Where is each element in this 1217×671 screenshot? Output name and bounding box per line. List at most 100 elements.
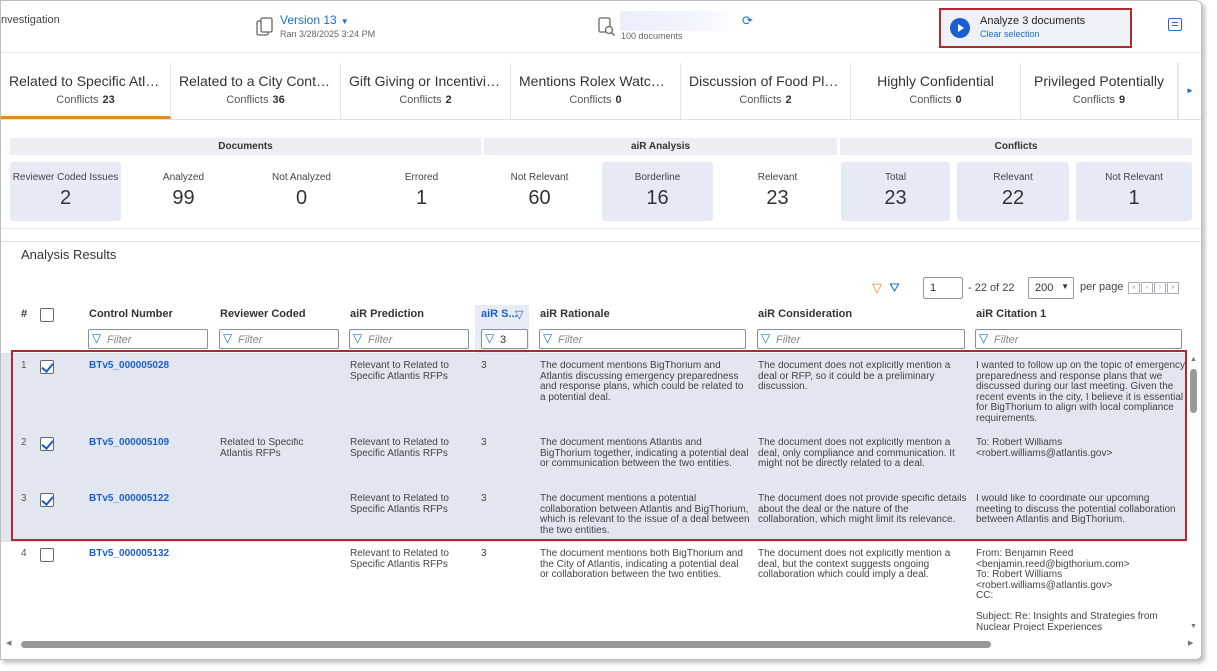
tab-issue-2[interactable]: Related to a City Contra... Conflicts 36 <box>171 63 341 119</box>
row-checkbox[interactable] <box>40 548 54 562</box>
tab-conflicts-label: Conflicts <box>56 94 99 106</box>
stat-label: Not Relevant <box>510 172 569 183</box>
stat-label: Analyzed <box>162 172 205 183</box>
tab-conflicts-count: 0 <box>955 94 962 106</box>
divider <box>1 241 1201 242</box>
column-header-air-citation[interactable]: aiR Citation 1 <box>976 308 1046 320</box>
column-header-reviewer-coded[interactable]: Reviewer Coded <box>220 308 306 320</box>
chevron-down-icon[interactable]: ▼ <box>341 17 349 26</box>
play-icon[interactable] <box>950 18 970 38</box>
air-consideration-cell: The document does not provide specific d… <box>758 494 967 525</box>
stat-conflicts-not-relevant[interactable]: Not Relevant 1 <box>1076 162 1192 221</box>
stat-label: Relevant <box>993 172 1033 183</box>
tab-issue-5[interactable]: Discussion of Food Pla... Conflicts 2 <box>681 63 851 119</box>
select-all-checkbox[interactable] <box>40 308 54 322</box>
filter-air-citation[interactable]: ▽ Filter <box>975 329 1182 349</box>
filter-row: ▽ Filter ▽ Filter ▽ Filter ▽ 3 ▽ Filter ▽ Filt… <box>1 329 1187 351</box>
refresh-icon[interactable]: ⟳ <box>742 13 753 29</box>
stat-value: 2 <box>59 187 72 209</box>
chat-icon[interactable] <box>1168 18 1182 31</box>
filter-icon[interactable]: ▽ <box>872 280 882 296</box>
top-bar: nvestigation Version 13 ▼ Ran 3/28/2025 3… <box>1 1 1201 53</box>
stat-conflicts-total[interactable]: Total 23 <box>841 162 950 221</box>
row-checkbox[interactable] <box>40 437 54 451</box>
scroll-up-icon[interactable]: ▲ <box>1190 356 1197 363</box>
stat-value: 1 <box>415 187 428 209</box>
table-row[interactable]: 2 BTv5_000005109 Related to Specific Atl… <box>1 430 1187 486</box>
document-set: 100 documents <box>598 11 742 41</box>
page-size-select[interactable]: 200 ▼ <box>1028 277 1074 299</box>
tab-conflicts-count: 2 <box>445 94 452 106</box>
column-header-air-rationale[interactable]: aiR Rationale <box>540 308 610 320</box>
tab-conflicts-count: 36 <box>272 94 285 106</box>
row-checkbox[interactable] <box>40 360 54 374</box>
tab-issue-4[interactable]: Mentions Rolex Watches Conflicts 0 <box>511 63 681 119</box>
filter-placeholder: Filter <box>558 334 583 346</box>
stat-value: 60 <box>528 187 551 209</box>
clear-filter-icon[interactable]: ⛛ <box>889 280 900 296</box>
filter-air-score[interactable]: ▽ 3 <box>481 329 528 349</box>
scroll-left-icon[interactable]: ◀ <box>6 639 11 647</box>
row-checkbox[interactable] <box>40 493 54 507</box>
control-number-link[interactable]: BTv5_000005028 <box>89 361 214 372</box>
air-prediction-cell: Relevant to Related to Specific Atlantis… <box>350 361 449 382</box>
tab-conflicts-count: 0 <box>615 94 622 106</box>
tab-issue-6[interactable]: Highly Confidential Conflicts 0 <box>851 63 1021 119</box>
filter-icon: ▽ <box>223 331 233 345</box>
control-number-link[interactable]: BTv5_000005109 <box>89 438 214 449</box>
version-selector[interactable]: Version 13 ▼ Ran 3/28/2025 3:24 PM <box>256 13 375 39</box>
tab-issue-7[interactable]: Privileged Potentially Conflicts 9 <box>1021 63 1178 119</box>
scroll-thumb[interactable] <box>21 641 991 648</box>
tab-issue-name: Privileged Potentially <box>1034 73 1164 89</box>
version-name[interactable]: Version 13 <box>280 13 337 27</box>
filter-placeholder: Filter <box>238 334 263 346</box>
next-tabs-icon[interactable]: ► <box>1178 63 1201 119</box>
filter-air-prediction[interactable]: ▽ Filter <box>349 329 469 349</box>
air-consideration-cell: The document does not explicitly mention… <box>758 549 951 580</box>
stat-reviewer-coded-issues[interactable]: Reviewer Coded Issues 2 <box>10 162 121 221</box>
filter-control-number[interactable]: ▽ Filter <box>88 329 208 349</box>
filter-value: 3 <box>500 334 507 346</box>
last-page-icon[interactable]: » <box>1167 282 1179 294</box>
scroll-right-icon[interactable]: ▶ <box>1188 639 1193 647</box>
tab-issue-1[interactable]: Related to Specific Atla... Conflicts 23 <box>1 63 171 119</box>
control-number-link[interactable]: BTv5_000005132 <box>89 549 214 560</box>
analyze-selection-panel: Analyze 3 documents Clear selection <box>939 8 1132 48</box>
vertical-scrollbar[interactable]: ▲ ▼ <box>1187 353 1201 635</box>
next-page-icon[interactable]: › <box>1154 282 1166 294</box>
analyze-documents-button[interactable]: Analyze 3 documents <box>980 15 1085 27</box>
page-range: - 22 of 22 <box>968 282 1015 294</box>
filter-reviewer-coded[interactable]: ▽ Filter <box>219 329 339 349</box>
filter-air-rationale[interactable]: ▽ Filter <box>539 329 746 349</box>
column-filter-icon[interactable]: ▽ <box>515 308 523 321</box>
column-header-air-score[interactable]: aiR S... <box>481 308 518 320</box>
page-nav: « ‹ › » <box>1128 282 1180 294</box>
column-header-air-consideration[interactable]: aiR Consideration <box>758 308 852 320</box>
stat-label: Relevant <box>757 172 798 183</box>
horizontal-scrollbar[interactable]: ◀ ▶ <box>1 637 1201 651</box>
air-score-cell: 3 <box>481 361 487 371</box>
first-page-icon[interactable]: « <box>1128 282 1140 294</box>
tab-issue-3[interactable]: Gift Giving or Incentiviz... Conflicts 2 <box>341 63 511 119</box>
stat-value: 16 <box>646 187 669 209</box>
clear-selection-link[interactable]: Clear selection <box>980 29 1040 39</box>
table-row[interactable]: 1 BTv5_000005028 Relevant to Related to … <box>1 353 1187 430</box>
page-number-input[interactable]: 1 <box>923 277 963 299</box>
table-row[interactable]: 3 BTv5_000005122 Relevant to Related to … <box>1 486 1187 541</box>
tab-conflicts-label: Conflicts <box>399 94 442 106</box>
tab-conflicts-label: Conflicts <box>909 94 952 106</box>
filter-icon: ▽ <box>979 331 989 345</box>
table-row[interactable]: 4 BTv5_000005132 Relevant to Related to … <box>1 541 1187 631</box>
scroll-thumb[interactable] <box>1190 369 1197 413</box>
scroll-down-icon[interactable]: ▼ <box>1190 623 1197 630</box>
tab-conflicts-count: 9 <box>1119 94 1126 106</box>
column-header-control-number[interactable]: Control Number <box>89 308 173 320</box>
chevron-down-icon: ▼ <box>1061 282 1069 291</box>
prev-page-icon[interactable]: ‹ <box>1141 282 1153 294</box>
air-citation-cell: From: Benjamin Reed <benjamin.reed@bigth… <box>976 549 1158 631</box>
control-number-link[interactable]: BTv5_000005122 <box>89 494 214 505</box>
filter-air-consideration[interactable]: ▽ Filter <box>757 329 965 349</box>
column-header-air-prediction[interactable]: aiR Prediction <box>350 308 424 320</box>
stat-conflicts-relevant[interactable]: Relevant 22 <box>957 162 1069 221</box>
stat-borderline[interactable]: Borderline 16 <box>602 162 713 221</box>
